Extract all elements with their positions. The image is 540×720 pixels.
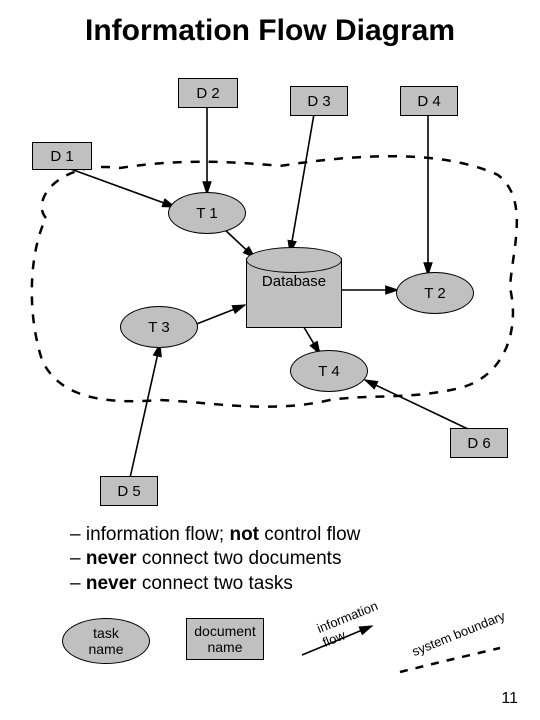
note-3: – never connect two tasks xyxy=(70,572,360,596)
legend-doc-box: document name xyxy=(186,618,264,660)
doc-d1: D 1 xyxy=(32,142,92,170)
doc-d6: D 6 xyxy=(450,428,508,458)
database-label: Database xyxy=(247,273,341,290)
doc-d4: D 4 xyxy=(400,86,458,116)
task-t2: T 2 xyxy=(396,272,474,314)
task-t1: T 1 xyxy=(168,192,246,234)
task-t3: T 3 xyxy=(120,306,198,348)
note-1: – information flow; not control flow xyxy=(70,523,360,547)
diagram-title: Information Flow Diagram xyxy=(0,14,540,48)
database-node: Database xyxy=(246,258,342,328)
legend-flow-label: information flow xyxy=(315,598,386,650)
note-2: – never connect two documents xyxy=(70,547,360,571)
doc-d2: D 2 xyxy=(178,78,238,108)
page-number: 11 xyxy=(501,690,518,708)
doc-d3: D 3 xyxy=(290,86,348,116)
legend-boundary-label: system boundary xyxy=(410,608,507,659)
legend-task-ellipse: task name xyxy=(62,618,150,664)
diagram-svg xyxy=(0,0,540,720)
notes-block: – information flow; not control flow – n… xyxy=(70,523,360,596)
doc-d5: D 5 xyxy=(100,476,158,506)
task-t4: T 4 xyxy=(290,350,368,392)
